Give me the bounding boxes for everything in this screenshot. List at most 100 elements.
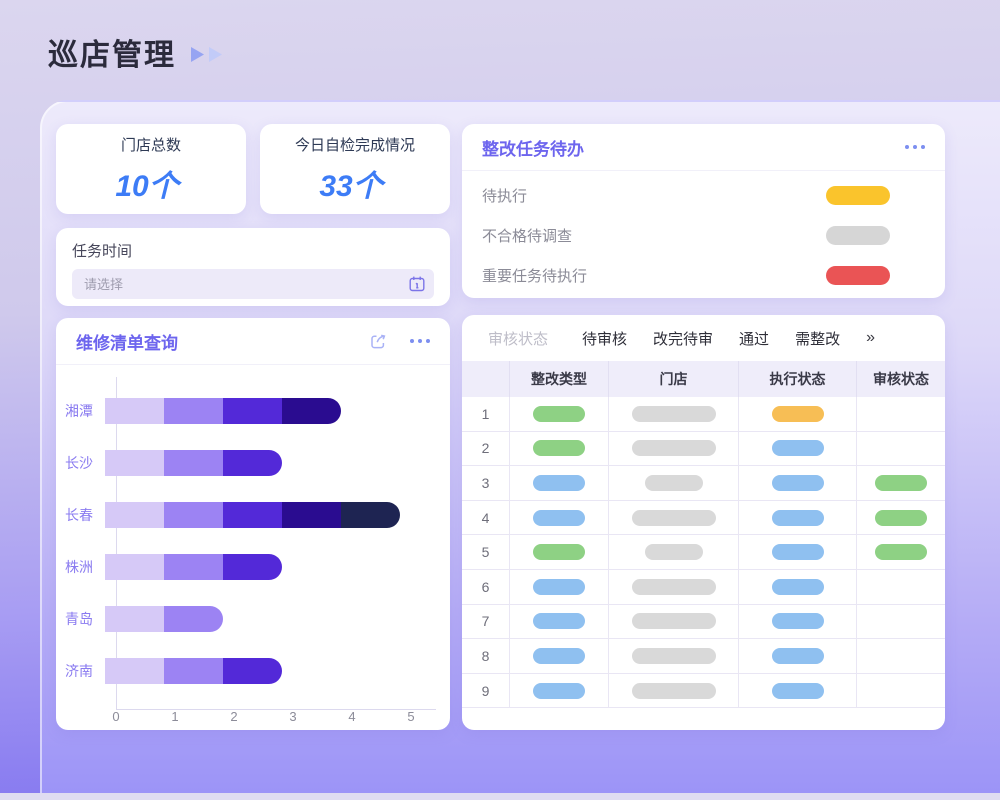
store-cell[interactable]	[609, 466, 739, 501]
review-status-cell[interactable]	[857, 570, 945, 605]
todo-item[interactable]: 待执行	[462, 175, 945, 215]
status-pill	[875, 475, 927, 491]
todo-item-label: 不合格待调查	[482, 225, 572, 246]
more-ellipsis-icon[interactable]	[905, 145, 925, 149]
store-cell[interactable]	[609, 639, 739, 674]
review-status-cell[interactable]	[857, 605, 945, 640]
store-cell[interactable]	[609, 432, 739, 467]
status-pill	[533, 406, 585, 422]
tab-需整改[interactable]: 需整改	[795, 328, 840, 349]
bar-segment	[223, 398, 282, 424]
bar-segment	[105, 398, 164, 424]
review-status-cell[interactable]	[857, 674, 945, 709]
review-status-cell[interactable]	[857, 397, 945, 432]
status-pill	[875, 510, 927, 526]
bar-segment	[282, 398, 341, 424]
status-pill	[533, 510, 585, 526]
stat-card-self-check-today: 今日自检完成情况 33个	[260, 124, 450, 214]
bar-segment	[223, 450, 282, 476]
chart-category-label: 济南	[56, 661, 105, 681]
stat-label: 门店总数	[121, 134, 181, 155]
row-number-cell[interactable]: 2	[462, 432, 510, 467]
rectification-todo-card: 整改任务待办 待执行不合格待调查重要任务待执行	[462, 124, 945, 298]
execution-status-cell[interactable]	[739, 501, 857, 536]
status-pill	[826, 186, 890, 205]
table-header-cell: 执行状态	[739, 361, 857, 397]
bar-track	[105, 606, 223, 632]
row-number-cell[interactable]: 3	[462, 466, 510, 501]
tab-通过[interactable]: 通过	[739, 328, 769, 349]
execution-status-cell[interactable]	[739, 570, 857, 605]
row-number-cell[interactable]: 4	[462, 501, 510, 536]
execution-status-cell[interactable]	[739, 674, 857, 709]
review-status-cell[interactable]	[857, 535, 945, 570]
status-pill	[875, 544, 927, 560]
calendar-icon[interactable]	[408, 275, 426, 293]
row-number-cell[interactable]: 1	[462, 397, 510, 432]
store-cell[interactable]	[609, 397, 739, 432]
rectification-type-cell[interactable]	[510, 570, 609, 605]
task-time-card: 任务时间	[56, 228, 450, 306]
bar-segment	[341, 502, 400, 528]
rectification-type-cell[interactable]	[510, 535, 609, 570]
row-number-cell[interactable]: 9	[462, 674, 510, 709]
rectification-type-cell[interactable]	[510, 639, 609, 674]
bar-segment	[164, 658, 223, 684]
execution-status-cell[interactable]	[739, 397, 857, 432]
bar-segment	[164, 398, 223, 424]
todo-item[interactable]: 重要任务待执行	[462, 255, 945, 295]
store-cell[interactable]	[609, 605, 739, 640]
execution-status-cell[interactable]	[739, 466, 857, 501]
review-status-cell[interactable]	[857, 639, 945, 674]
chart-row: 青岛	[56, 593, 450, 645]
tab-改完待审[interactable]: 改完待审	[653, 328, 713, 349]
more-ellipsis-icon[interactable]	[410, 339, 430, 343]
status-pill	[645, 544, 703, 560]
row-number-cell[interactable]: 7	[462, 605, 510, 640]
store-cell[interactable]	[609, 570, 739, 605]
repair-bar-chart: 湘潭长沙长春株洲青岛济南 012345	[56, 385, 450, 715]
row-number-cell[interactable]: 6	[462, 570, 510, 605]
todo-card-title: 整改任务待办	[482, 135, 584, 160]
rectification-type-cell[interactable]	[510, 466, 609, 501]
bar-track	[105, 658, 282, 684]
bar-track	[105, 450, 282, 476]
filter-label: 审核状态	[488, 328, 548, 349]
todo-item-label: 重要任务待执行	[482, 265, 587, 286]
bar-segment	[282, 502, 341, 528]
rectification-type-cell[interactable]	[510, 605, 609, 640]
rectification-type-cell[interactable]	[510, 501, 609, 536]
chart-category-label: 长沙	[56, 453, 105, 473]
execution-status-cell[interactable]	[739, 639, 857, 674]
bar-segment	[164, 450, 223, 476]
stat-card-total-stores: 门店总数 10个	[56, 124, 246, 214]
task-time-date-input[interactable]	[72, 269, 434, 299]
bar-segment	[164, 502, 223, 528]
row-number-cell[interactable]: 8	[462, 639, 510, 674]
review-status-cell[interactable]	[857, 466, 945, 501]
x-tick-label: 4	[348, 709, 355, 724]
rectification-type-cell[interactable]	[510, 397, 609, 432]
row-number-cell[interactable]: 5	[462, 535, 510, 570]
store-inspection-dashboard: 巡店管理 门店总数 10个 今日自检完成情况 33个 任务时间	[0, 0, 1000, 800]
review-status-table-card: 审核状态 待审核改完待审通过需整改 » 整改类型门店执行状态审核状态123456…	[462, 315, 945, 730]
execution-status-cell[interactable]	[739, 605, 857, 640]
share-export-icon[interactable]	[368, 331, 388, 351]
rectification-type-cell[interactable]	[510, 674, 609, 709]
stat-value: 33个	[319, 161, 390, 205]
store-cell[interactable]	[609, 674, 739, 709]
tab-待审核[interactable]: 待审核	[582, 328, 627, 349]
rectification-type-cell[interactable]	[510, 432, 609, 467]
tabs-more-button[interactable]: »	[866, 329, 875, 347]
status-pill	[772, 510, 824, 526]
review-status-cell[interactable]	[857, 501, 945, 536]
execution-status-cell[interactable]	[739, 432, 857, 467]
status-pill	[533, 613, 585, 629]
store-cell[interactable]	[609, 501, 739, 536]
store-cell[interactable]	[609, 535, 739, 570]
status-pill	[533, 440, 585, 456]
review-status-cell[interactable]	[857, 432, 945, 467]
bar-track	[105, 554, 282, 580]
todo-item[interactable]: 不合格待调查	[462, 215, 945, 255]
execution-status-cell[interactable]	[739, 535, 857, 570]
